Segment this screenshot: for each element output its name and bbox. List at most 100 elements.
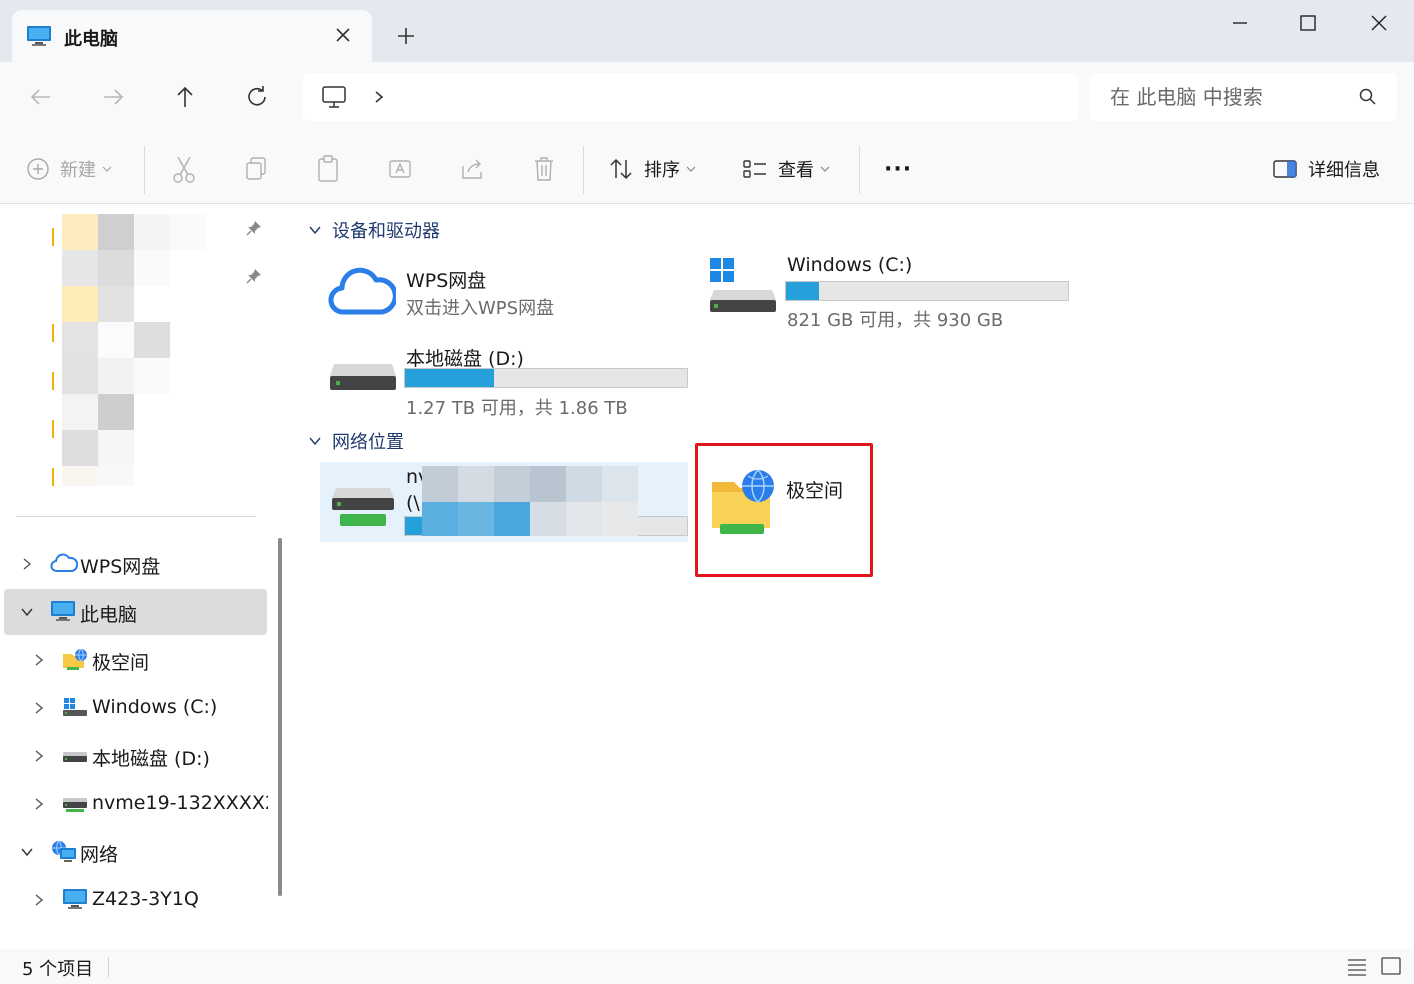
drive-subtitle: 821 GB 可用，共 930 GB [787,310,1004,331]
chevron-right-icon[interactable] [32,701,46,715]
windows-drive-icon [63,698,87,716]
blur-block [494,502,530,536]
window-close-icon[interactable] [1348,6,1408,40]
details-pane-icon [1273,160,1297,178]
sidebar-item-wps[interactable]: WPS网盘 [4,541,267,587]
forward-arrow-icon[interactable] [98,82,128,112]
address-bar[interactable] [303,73,1078,121]
network-drive-icon [332,488,394,526]
toolbar-divider [144,146,145,194]
sidebar-item-label: Z423-3Y1Q [92,888,199,910]
drive-item-local-d[interactable]: 本地磁盘 (D:) 1.27 TB 可用，共 1.86 TB [326,342,696,419]
blur-block [458,502,494,536]
details-pane-button[interactable]: 详细信息 [1272,154,1380,184]
tab-this-pc[interactable]: 此电脑 [12,10,372,62]
details-label: 详细信息 [1308,160,1380,181]
sidebar-item-label: 此电脑 [80,604,138,626]
chevron-right-icon[interactable] [32,893,46,907]
share-icon[interactable] [460,154,484,184]
back-arrow-icon[interactable] [26,82,56,112]
chevron-down-icon [309,226,321,235]
quick-access-blurred [52,214,206,486]
chevron-down-icon[interactable] [20,605,34,619]
sidebar-item-local-d[interactable]: 本地磁盘 (D:) [4,733,267,779]
address-row [0,62,1414,132]
drive-item-wps[interactable]: WPS网盘 双击进入WPS网盘 [324,262,684,322]
blur-block [602,502,638,536]
new-button[interactable]: 新建 [26,154,112,184]
drive-item-windows-c[interactable]: Windows (C:) 821 GB 可用，共 930 GB [706,254,1076,331]
pc-icon [63,889,87,909]
usage-bar-fill [405,369,495,387]
chevron-down-icon [309,437,321,446]
chevron-right-icon[interactable] [20,557,34,571]
blur-block [602,466,638,502]
view-button[interactable]: 查看 [742,154,830,184]
sidebar-item-network[interactable]: 网络 [4,829,267,875]
rename-icon[interactable] [388,154,412,184]
sidebar-item-this-pc[interactable]: 此电脑 [4,589,267,635]
group-header-network[interactable]: 网络位置 [308,427,404,455]
breadcrumb-chevron-icon[interactable] [371,88,387,106]
chevron-right-icon[interactable] [32,749,46,763]
more-options-button[interactable]: ··· [884,154,912,184]
sort-icon [610,158,632,180]
chevron-right-icon[interactable] [32,653,46,667]
cloud-icon [328,267,396,315]
usage-bar-fill [786,282,819,300]
search-input[interactable] [1110,81,1350,113]
network-icon [52,840,76,862]
search-box [1090,73,1397,121]
large-icons-view-icon[interactable] [1380,955,1402,977]
drive-title: WPS网盘 [406,270,487,292]
drive-title: Windows (C:) [787,254,913,276]
sidebar-item-label: Windows (C:) [92,696,218,718]
cloud-icon [50,553,78,572]
content-area: 设备和驱动器 WPS网盘 双击进入WPS网盘 Windows (C:) 821 … [296,204,1414,949]
usage-bar [785,281,1069,301]
copy-icon[interactable] [244,154,268,184]
chevron-down-icon [820,166,830,172]
new-tab-icon[interactable] [392,22,420,50]
group-header-devices[interactable]: 设备和驱动器 [308,216,440,244]
group-label: 网络位置 [332,432,404,453]
details-view-icon[interactable] [1346,955,1368,977]
chevron-down-icon [102,166,112,172]
sort-button[interactable]: 排序 [608,154,696,184]
drive-icon [63,752,87,762]
cut-icon[interactable] [172,154,196,184]
sidebar-scrollbar[interactable] [278,538,282,896]
sidebar-item-nvme[interactable]: nvme19-132XXXX26 [4,781,268,827]
sidebar-item-windows-c[interactable]: Windows (C:) [4,685,267,731]
navigation-pane: WPS网盘 此电脑 极空间 Windows (C:) 本地磁盘 (D:) nvm… [0,204,268,949]
pin-icon[interactable] [246,220,262,236]
view-label: 查看 [778,160,814,181]
blur-block [566,502,602,536]
paste-icon[interactable] [316,154,340,184]
sidebar-item-label: 本地磁盘 (D:) [92,748,210,770]
pc-icon [27,26,51,46]
sidebar-item-label: 网络 [80,844,119,866]
maximize-icon[interactable] [1278,6,1338,40]
sidebar-item-label: WPS网盘 [80,556,161,578]
chevron-down-icon[interactable] [20,845,34,859]
search-icon[interactable] [1358,87,1378,107]
blur-block [494,466,530,502]
group-label: 设备和驱动器 [332,221,440,242]
delete-icon[interactable] [532,154,556,184]
blur-block [422,502,458,536]
minimize-icon[interactable] [1210,6,1270,40]
usage-bar [404,368,688,388]
chevron-right-icon[interactable] [32,797,46,811]
drive-subtitle: 1.27 TB 可用，共 1.86 TB [406,398,628,419]
tab-title: 此电脑 [64,29,118,50]
network-drive-item-nvme[interactable]: nv (\ [320,462,688,542]
close-tab-icon[interactable] [330,22,356,48]
up-arrow-icon[interactable] [170,82,200,112]
pin-icon[interactable] [246,268,262,284]
sidebar-item-computer[interactable]: Z423-3Y1Q [4,877,267,923]
refresh-icon[interactable] [242,82,272,112]
sidebar-item-jikongjian[interactable]: 极空间 [4,637,267,683]
pc-outline-icon [322,86,346,108]
item-count: 5 个项目 [22,959,94,980]
